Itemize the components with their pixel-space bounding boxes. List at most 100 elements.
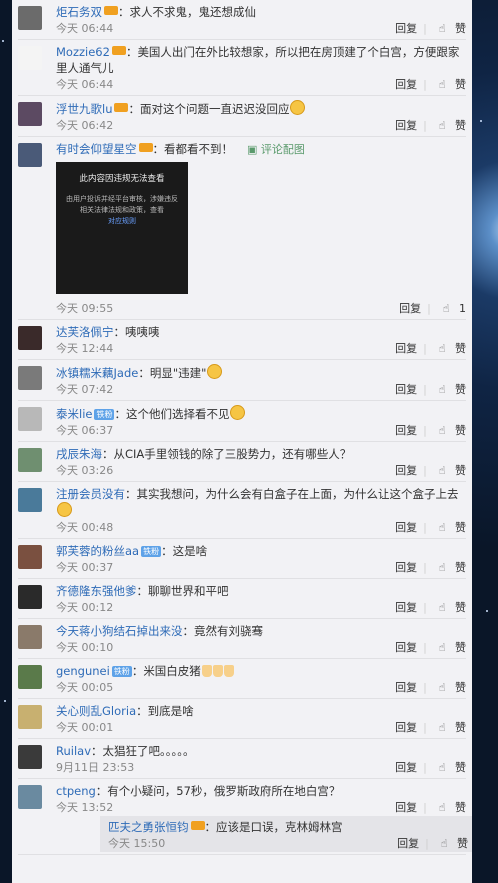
avatar[interactable]	[18, 625, 42, 649]
comment-text: 咦咦咦	[125, 325, 160, 339]
divider: |	[423, 119, 427, 132]
username-link[interactable]: 达芙洛佩宁	[56, 325, 114, 339]
avatar[interactable]	[18, 705, 42, 729]
username-link[interactable]: 郭芙蓉的粉丝aa	[56, 544, 139, 558]
username-link[interactable]: 泰米lie	[56, 407, 92, 421]
comment-text-line: gengunei 铁粉 ：米国白皮猪	[56, 663, 466, 679]
reply-button[interactable]: 回复	[395, 464, 417, 477]
comment-meta: 今天 07:42 回复 | ☝ 赞	[56, 381, 466, 398]
avatar[interactable]	[18, 366, 42, 390]
like-label: 赞	[455, 601, 466, 614]
username-link[interactable]: ctpeng	[56, 784, 96, 798]
username-link[interactable]: gengunei	[56, 664, 110, 678]
comment-meta: 9月11日 23:53 回复 | ☝ 赞	[56, 759, 466, 776]
comment-text-line: 戌辰朱海：从CIA手里领钱的除了三股势力，还有哪些人？	[56, 446, 466, 462]
reply-button[interactable]: 回复	[395, 119, 417, 132]
comment-image-label: 评论配图	[260, 143, 305, 156]
username-link[interactable]: Ruilav	[56, 744, 91, 758]
avatar[interactable]	[18, 665, 42, 689]
emoji-icon	[230, 405, 246, 420]
colon-separator: ：	[204, 820, 217, 834]
reply-button[interactable]: 回复	[395, 601, 417, 614]
comment-item: 关心则乱Gloria：到底是啥 今天 00:01 回复 | ☝ 赞	[18, 699, 466, 739]
avatar[interactable]	[18, 143, 42, 167]
reply-button[interactable]: 回复	[395, 761, 417, 774]
username-link[interactable]: Mozzie62	[56, 45, 110, 59]
comment-text: 其实我想问，为什么会有白盒子在上面，为什么让这个盒子上去	[136, 487, 459, 501]
like-label: 赞	[455, 681, 466, 694]
thumbs-up-icon: ☝	[438, 601, 449, 614]
thumbs-up-icon: ☝	[438, 561, 449, 574]
reply-button[interactable]: 回复	[395, 342, 417, 355]
comment-text: 看都看不到！	[164, 142, 233, 156]
reply-username-link[interactable]: 匹夫之勇张恒钧	[108, 820, 189, 834]
like-button[interactable]: ☝ 赞	[433, 801, 466, 814]
reply-button[interactable]: 回复	[395, 721, 417, 734]
comment-image-link[interactable]: ▣ 评论配图	[247, 143, 305, 156]
like-button[interactable]: ☝ 1	[437, 302, 466, 315]
username-link[interactable]: 戌辰朱海	[56, 447, 102, 461]
reply-button[interactable]: 回复	[397, 837, 419, 850]
avatar[interactable]	[18, 6, 42, 30]
like-button[interactable]: ☝ 赞	[433, 78, 466, 91]
colon-separator: ：	[113, 325, 126, 339]
username-link[interactable]: 注册会员没有	[56, 487, 125, 501]
comment-text-line: 注册会员没有：其实我想问，为什么会有白盒子在上面，为什么让这个盒子上去	[56, 486, 466, 519]
like-button[interactable]: ☝ 赞	[435, 837, 468, 850]
comment-text: 太猖狂了吧。。。。。	[102, 744, 195, 758]
like-button[interactable]: ☝ 赞	[433, 521, 466, 534]
colon-separator: ：	[136, 704, 148, 718]
like-button[interactable]: ☝ 赞	[433, 761, 466, 774]
reply-button[interactable]: 回复	[399, 302, 421, 315]
like-button[interactable]: ☝ 赞	[433, 342, 466, 355]
username-link[interactable]: 齐德隆东强他爹	[56, 584, 137, 598]
username-link[interactable]: 炬石务双	[56, 5, 102, 19]
star	[486, 610, 488, 612]
avatar[interactable]	[18, 448, 42, 472]
avatar[interactable]	[18, 407, 42, 431]
comment-text: 这是啥	[172, 544, 208, 558]
like-button[interactable]: ☝ 赞	[433, 721, 466, 734]
like-label: 赞	[455, 342, 466, 355]
avatar[interactable]	[18, 545, 42, 569]
avatar[interactable]	[18, 585, 42, 609]
avatar[interactable]	[18, 745, 42, 769]
username-link[interactable]: 今天蒋小狗结石掉出来没	[56, 624, 183, 638]
username-link[interactable]: 浮世九歌lu	[56, 102, 112, 116]
username-link[interactable]: 关心则乱Gloria	[56, 704, 136, 718]
reply-button[interactable]: 回复	[395, 424, 417, 437]
comment-meta: 今天 06:44 回复 | ☝ 赞	[56, 20, 466, 37]
like-button[interactable]: ☝ 赞	[433, 601, 466, 614]
like-button[interactable]: ☝ 赞	[433, 119, 466, 132]
username-link[interactable]: 冰镇糯米藕Jade	[56, 366, 138, 380]
like-button[interactable]: ☝ 赞	[433, 424, 466, 437]
username-link[interactable]: 有时会仰望星空	[56, 142, 137, 156]
reply-button[interactable]: 回复	[395, 78, 417, 91]
avatar[interactable]	[18, 785, 42, 809]
comment-actions: 回复 | ☝ 赞	[389, 719, 466, 736]
divider: |	[423, 78, 427, 91]
divider: |	[423, 561, 427, 574]
reply-button[interactable]: 回复	[395, 681, 417, 694]
avatar[interactable]	[18, 488, 42, 512]
like-button[interactable]: ☝ 赞	[433, 464, 466, 477]
like-button[interactable]: ☝ 赞	[433, 383, 466, 396]
comment-meta: 今天 00:10 回复 | ☝ 赞	[56, 639, 466, 656]
reply-button[interactable]: 回复	[395, 521, 417, 534]
like-button[interactable]: ☝ 赞	[433, 681, 466, 694]
avatar[interactable]	[18, 46, 42, 70]
reply-button[interactable]: 回复	[395, 561, 417, 574]
like-button[interactable]: ☝ 赞	[433, 641, 466, 654]
like-button[interactable]: ☝ 赞	[433, 22, 466, 35]
timestamp: 今天 00:48	[56, 521, 114, 534]
reply-button[interactable]: 回复	[395, 22, 417, 35]
avatar[interactable]	[18, 326, 42, 350]
reply-button[interactable]: 回复	[395, 383, 417, 396]
reply-button[interactable]: 回复	[395, 801, 417, 814]
divider: |	[423, 342, 427, 355]
comment-item: 浮世九歌lu ：面对这个问题一直迟迟没回应 今天 06:42 回复 | ☝ 赞	[18, 96, 466, 137]
blocked-rule-link[interactable]: 对应规则	[56, 216, 188, 227]
like-button[interactable]: ☝ 赞	[433, 561, 466, 574]
reply-button[interactable]: 回复	[395, 641, 417, 654]
avatar[interactable]	[18, 102, 42, 126]
